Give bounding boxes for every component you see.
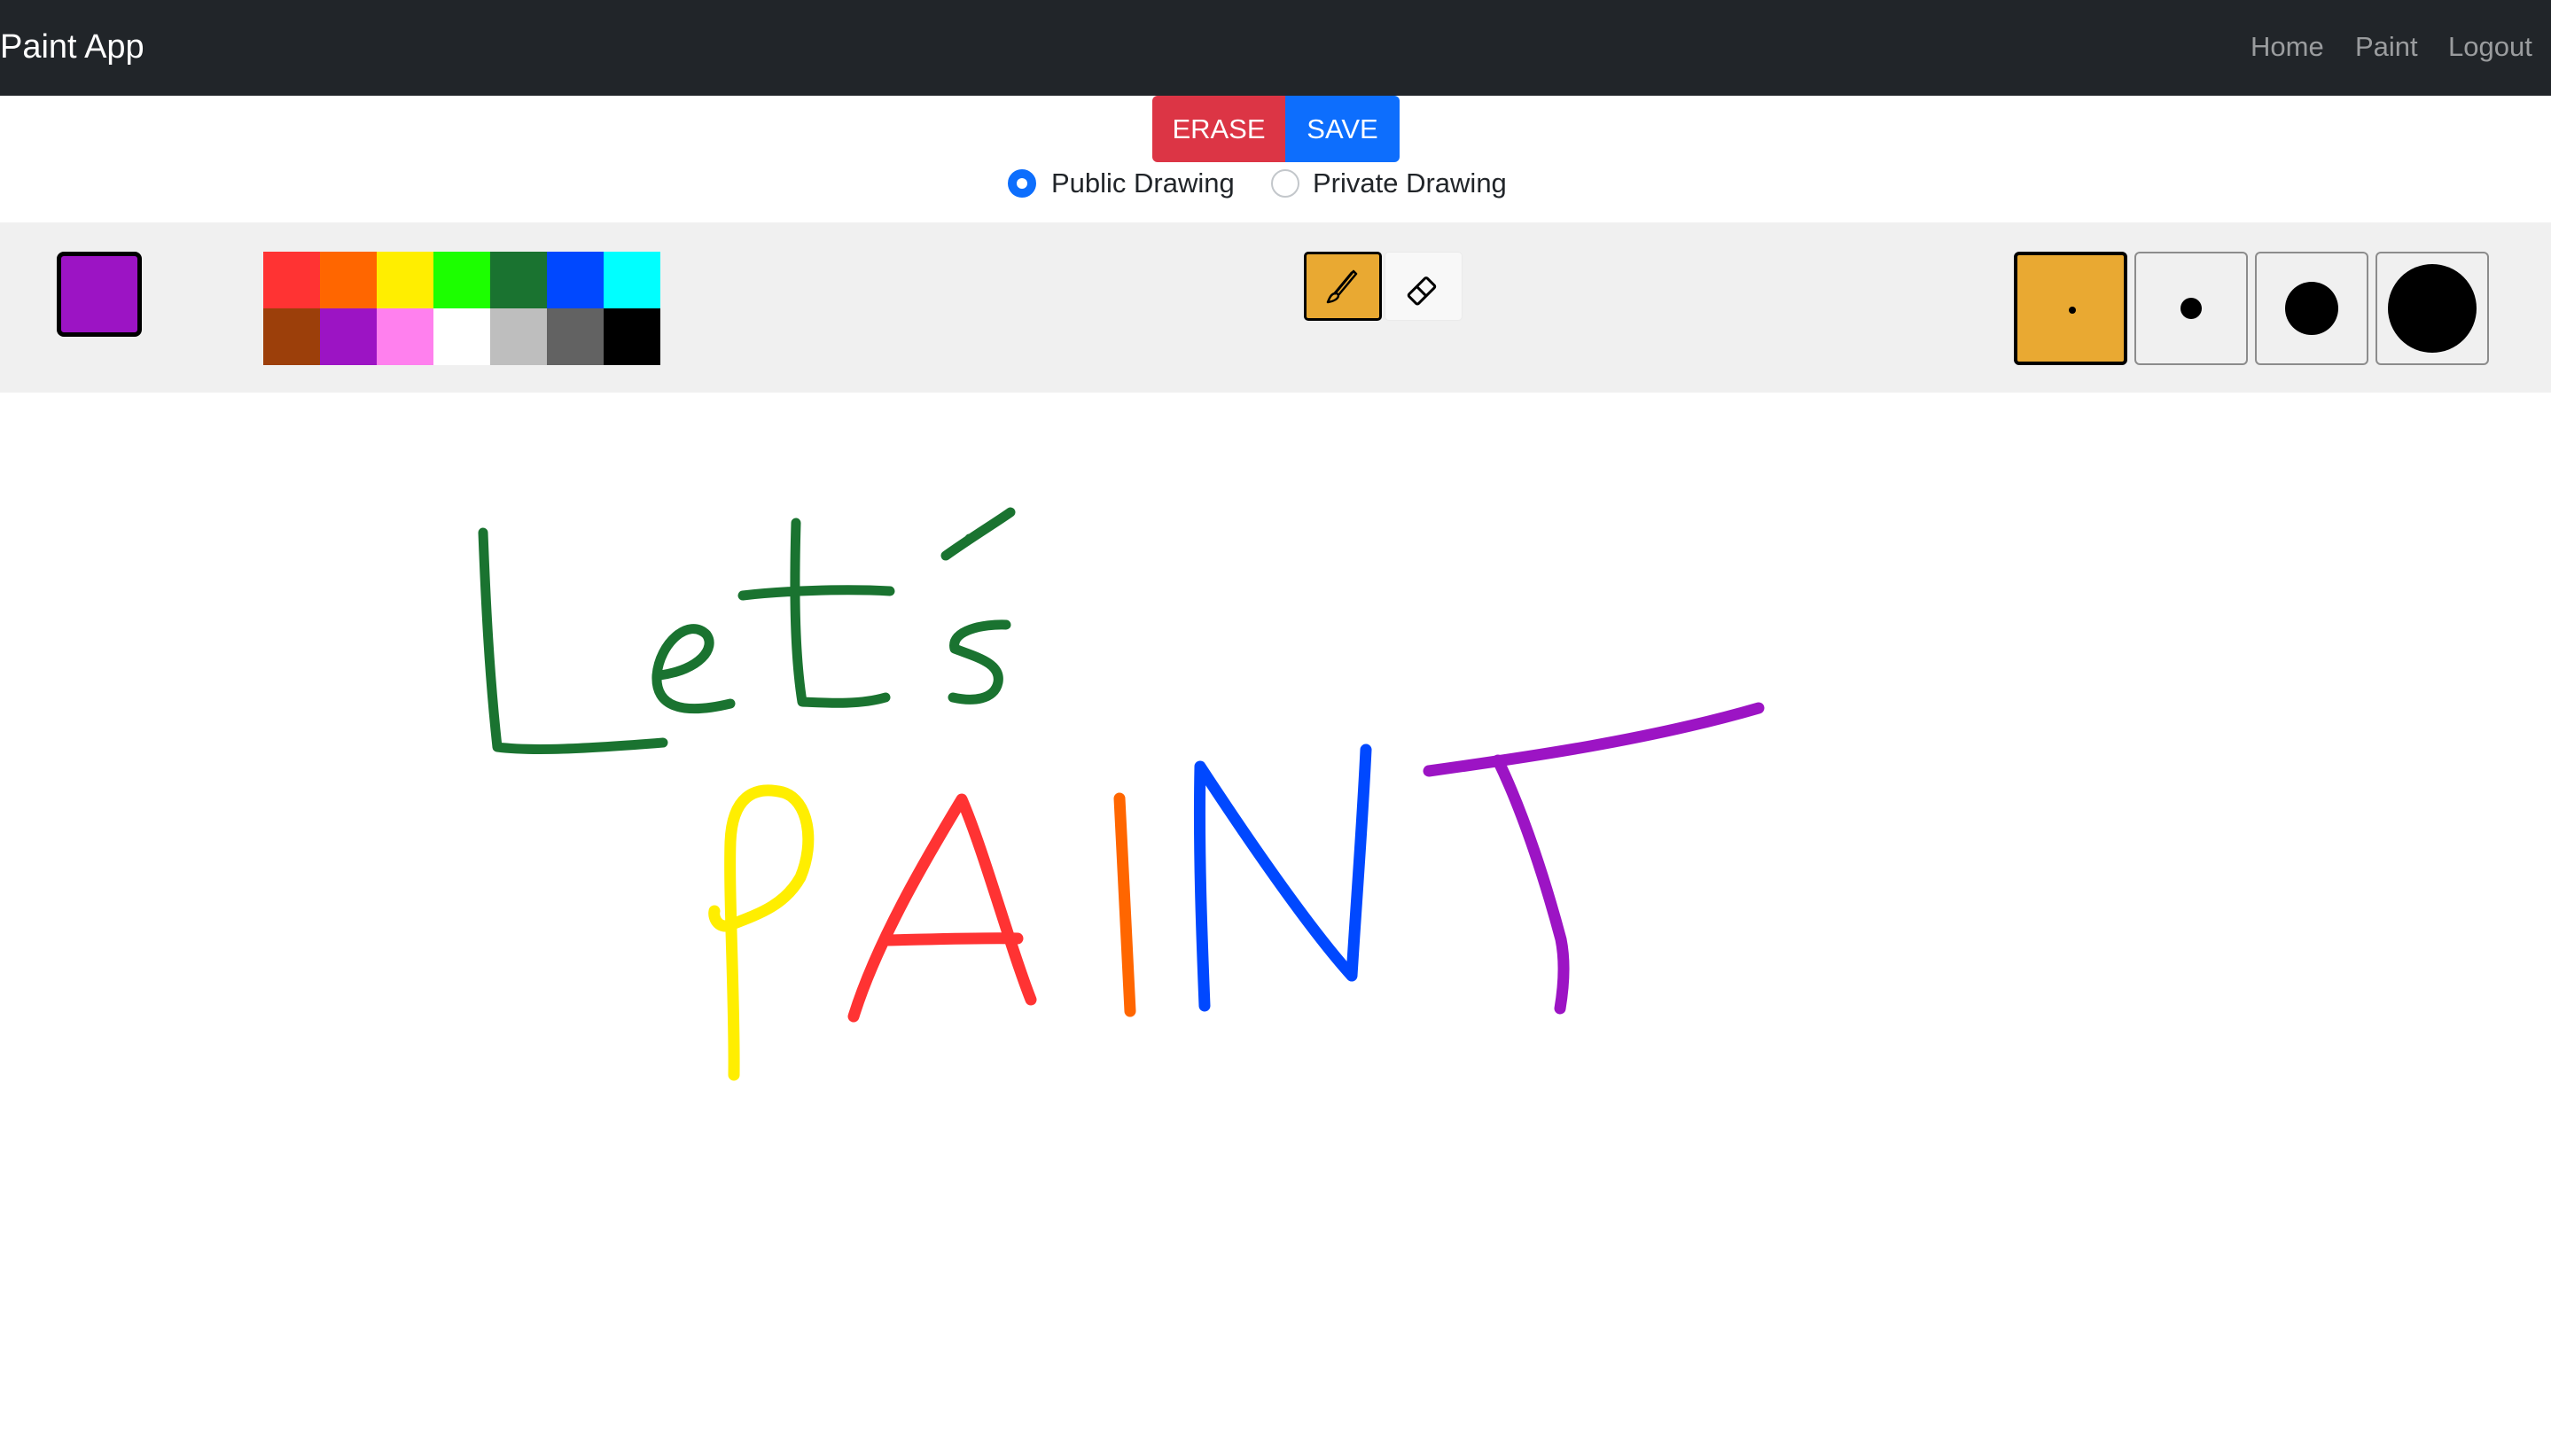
current-color-preview (57, 252, 142, 337)
color-swatch[interactable] (433, 308, 490, 365)
public-drawing-label[interactable]: Public Drawing (1051, 166, 1235, 201)
color-swatch[interactable] (263, 308, 320, 365)
stroke-letter-i (1113, 792, 1136, 1017)
stroke-letter-t (1423, 702, 1765, 1015)
medium-dot-icon (2180, 298, 2202, 319)
color-swatch[interactable] (263, 252, 320, 308)
nav-link-home[interactable]: Home (2251, 29, 2324, 65)
save-button[interactable]: SAVE (1285, 96, 1400, 162)
color-swatch[interactable] (604, 308, 660, 365)
color-swatch[interactable] (604, 252, 660, 308)
color-swatch[interactable] (490, 252, 547, 308)
brush-size-medium-button[interactable] (2134, 252, 2248, 365)
brush-size-small-button[interactable] (2014, 252, 2127, 365)
nav-link-logout[interactable]: Logout (2448, 29, 2532, 65)
large-dot-icon (2285, 282, 2338, 335)
stroke-apostrophe-dot (964, 533, 972, 541)
navbar: Paint App Home Paint Logout (0, 0, 2551, 96)
brush-size-extra-large-button[interactable] (2375, 252, 2489, 365)
private-drawing-label[interactable]: Private Drawing (1313, 166, 1507, 201)
eraser-icon (1407, 276, 1437, 306)
color-palette (263, 252, 660, 365)
color-swatch[interactable] (433, 252, 490, 308)
drawing-canvas[interactable] (0, 393, 2551, 1452)
stroke-lets (478, 507, 1016, 754)
color-swatch[interactable] (490, 308, 547, 365)
stroke-letter-n (1193, 744, 1372, 1012)
color-swatch[interactable] (320, 252, 377, 308)
color-swatch[interactable] (377, 308, 433, 365)
private-drawing-radio[interactable] (1271, 169, 1299, 198)
small-dot-icon (2069, 307, 2076, 314)
brush-tool-button[interactable] (1304, 252, 1382, 321)
public-drawing-radio[interactable] (1008, 169, 1036, 198)
color-swatch[interactable] (377, 252, 433, 308)
nav-link-paint[interactable]: Paint (2355, 29, 2418, 65)
extra-large-dot-icon (2388, 264, 2477, 353)
drawing-strokes (478, 507, 1765, 1081)
app-brand[interactable]: Paint App (0, 25, 144, 69)
brush-size-large-button[interactable] (2255, 252, 2368, 365)
color-swatch[interactable] (547, 308, 604, 365)
color-swatch[interactable] (547, 252, 604, 308)
erase-button[interactable]: ERASE (1152, 96, 1285, 162)
stroke-letter-p (708, 784, 815, 1081)
color-swatch[interactable] (320, 308, 377, 365)
eraser-tool-button[interactable] (1385, 252, 1463, 321)
stroke-letter-a (847, 793, 1037, 1023)
brush-icon (1326, 269, 1358, 304)
